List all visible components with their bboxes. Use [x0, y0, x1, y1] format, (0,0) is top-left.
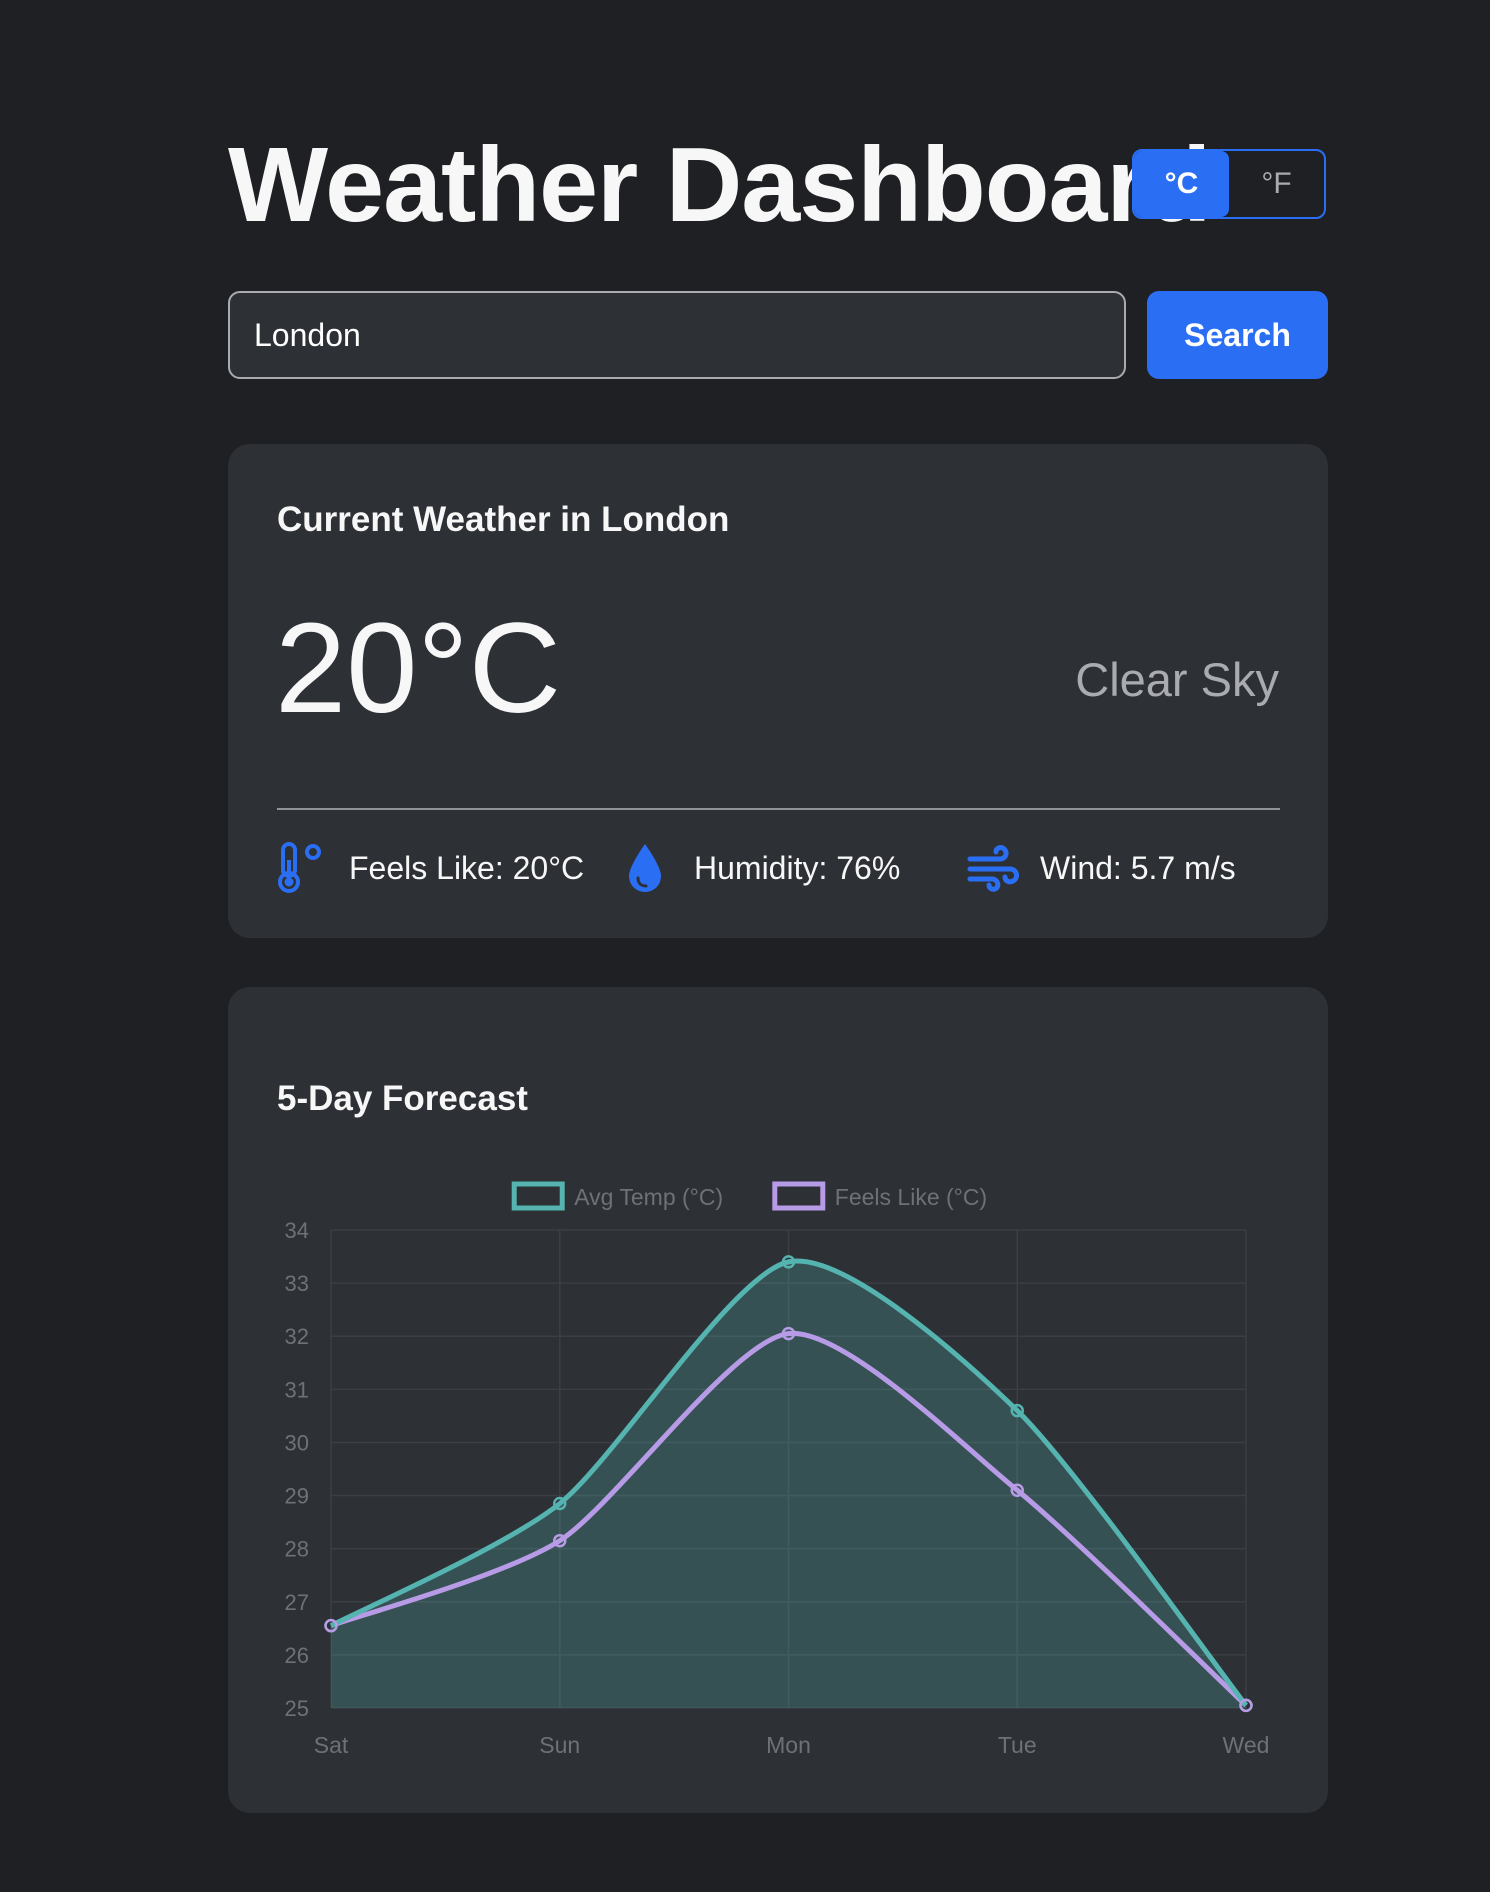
page-title: Weather Dashboard — [228, 126, 1211, 244]
legend-swatch — [511, 1181, 565, 1211]
current-weather-title: Current Weather in London — [277, 500, 730, 539]
y-tick-label: 30 — [285, 1430, 309, 1455]
current-weather-card: Current Weather in London 20°C Clear Sky… — [228, 444, 1328, 938]
wind-label: Wind: 5.7 m/s — [1040, 849, 1236, 886]
x-tick-label: Mon — [766, 1732, 811, 1758]
humidity-metric: Humidity: 76% — [626, 840, 900, 896]
legend-label: Avg Temp (°C) — [574, 1184, 723, 1210]
unit-toggle: °C °F — [1132, 149, 1326, 219]
celsius-toggle-button[interactable]: °C — [1134, 151, 1229, 217]
x-tick-label: Sun — [539, 1732, 580, 1758]
y-tick-label: 34 — [285, 1218, 309, 1243]
water-drop-icon — [626, 842, 664, 894]
current-temperature: 20°C — [275, 597, 561, 740]
y-tick-label: 27 — [285, 1590, 309, 1615]
x-tick-label: Tue — [998, 1732, 1037, 1758]
y-tick-label: 28 — [285, 1537, 309, 1562]
y-tick-label: 26 — [285, 1643, 309, 1668]
y-tick-label: 31 — [285, 1377, 309, 1402]
forecast-line-chart: 25 26 27 28 29 30 31 32 33 34 Sat Sun Mon Tue Wed Avg T… — [285, 1181, 1270, 1758]
header: Weather Dashboard °C °F — [228, 130, 1328, 240]
y-tick-label: 29 — [285, 1484, 309, 1509]
feels-like-metric: Feels Like: 20°C — [277, 840, 584, 896]
search-bar: Search — [228, 291, 1328, 379]
humidity-label: Humidity: 76% — [694, 849, 901, 886]
fahrenheit-toggle-button[interactable]: °F — [1229, 151, 1324, 217]
forecast-card: 5-Day Forecast 25 26 27 28 29 30 31 32 33 34 Sat Su… — [228, 987, 1328, 1813]
y-tick-label: 32 — [285, 1324, 309, 1349]
legend-swatch — [772, 1181, 826, 1211]
wind-icon — [966, 844, 1020, 892]
thermometer-icon — [277, 842, 325, 894]
feels-like-label: Feels Like: 20°C — [349, 849, 585, 886]
search-button[interactable]: Search — [1147, 291, 1328, 379]
divider — [277, 808, 1280, 810]
x-tick-label: Sat — [314, 1732, 349, 1758]
y-tick-label: 25 — [285, 1696, 309, 1721]
wind-metric: Wind: 5.7 m/s — [966, 840, 1236, 896]
x-tick-label: Wed — [1223, 1732, 1270, 1758]
weather-condition: Clear Sky — [1075, 653, 1279, 706]
legend-label: Feels Like (°C) — [835, 1184, 987, 1210]
y-tick-label: 33 — [285, 1271, 309, 1296]
city-search-input[interactable] — [228, 291, 1126, 379]
